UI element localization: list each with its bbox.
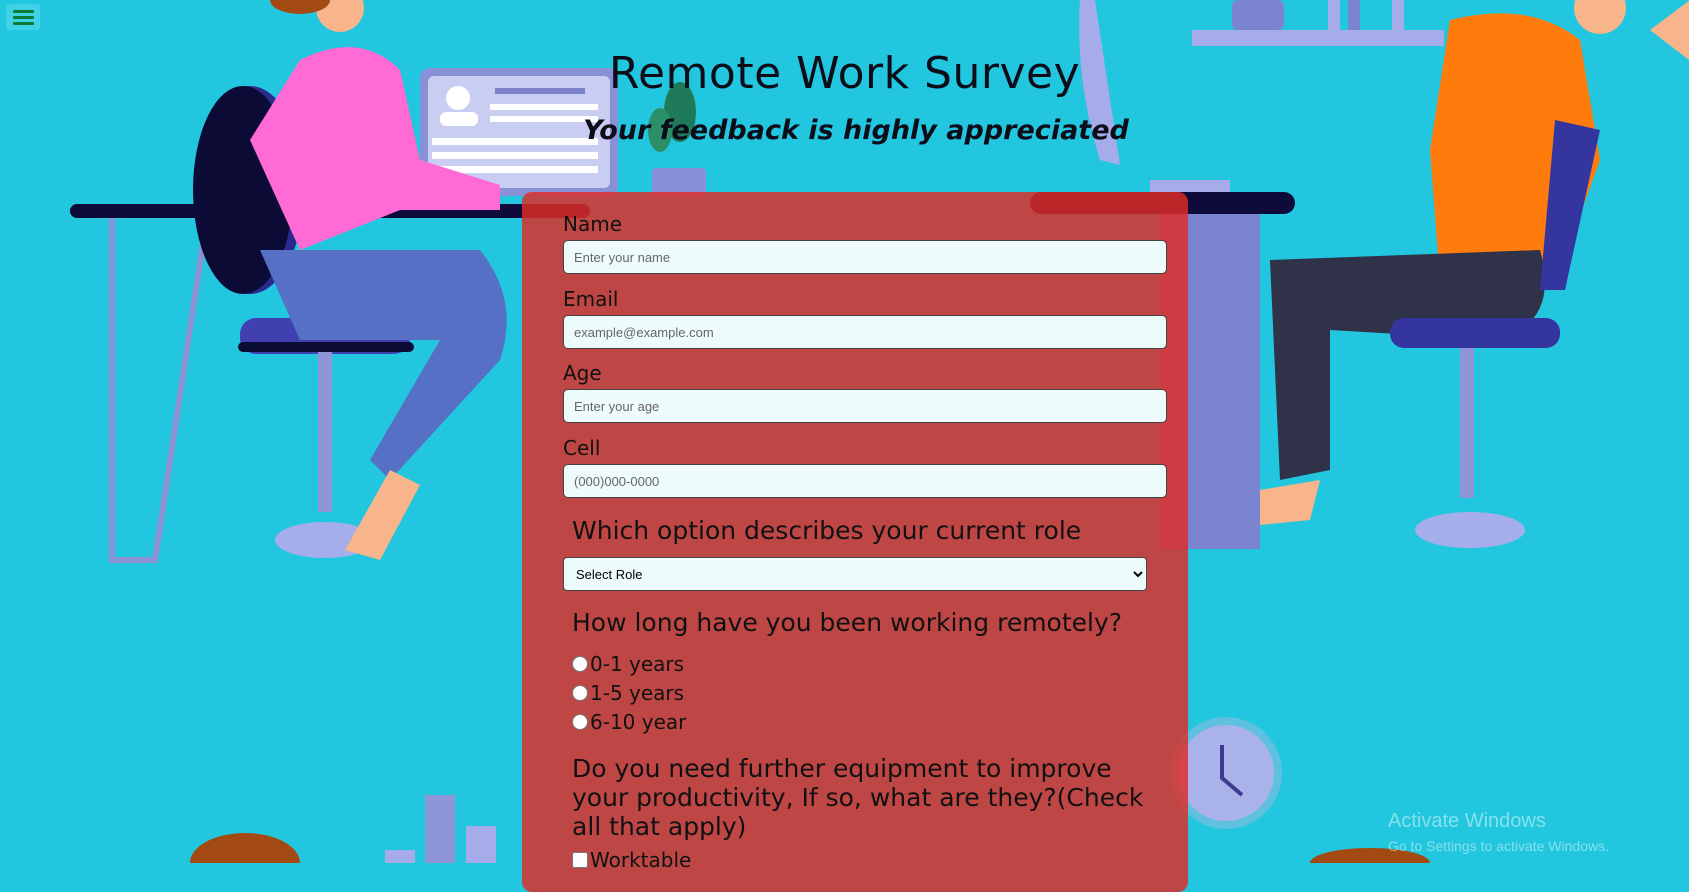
survey-form: Name Email Age Cell Which option describ… — [522, 192, 1188, 892]
equipment-question: Do you need further equipment to improve… — [572, 754, 1144, 841]
hamburger-menu-icon — [13, 10, 34, 13]
remote-option-label: 1-5 years — [590, 681, 685, 705]
email-input[interactable] — [563, 315, 1167, 349]
activate-windows-watermark: Activate Windows — [1388, 810, 1546, 832]
equipment-option-worktable[interactable]: Worktable — [572, 848, 691, 872]
role-question: Which option describes your current role — [572, 516, 1082, 545]
hamburger-menu-icon — [13, 16, 34, 19]
remote-radio-6-10[interactable] — [572, 714, 588, 730]
age-label: Age — [563, 361, 602, 385]
remote-option-1-5[interactable]: 1-5 years — [572, 681, 684, 705]
remote-option-label: 0-1 years — [590, 652, 685, 676]
page-title: Remote Work Survey — [608, 48, 1081, 99]
remote-option-0-1[interactable]: 0-1 years — [572, 652, 684, 676]
remote-option-6-10[interactable]: 6-10 year — [572, 710, 686, 734]
equipment-option-label: Worktable — [590, 848, 692, 872]
worktable-checkbox[interactable] — [572, 852, 588, 868]
remote-radio-1-5[interactable] — [572, 685, 588, 701]
page-subtitle: Your feedback is highly appreciated — [583, 115, 1129, 146]
remote-option-label: 6-10 year — [590, 710, 687, 734]
name-input[interactable] — [563, 240, 1167, 274]
role-select[interactable]: Select Role — [563, 557, 1147, 591]
name-label: Name — [563, 212, 623, 236]
hamburger-menu-icon — [13, 22, 34, 25]
hamburger-menu-button[interactable] — [6, 4, 40, 30]
remote-duration-question: How long have you been working remotely? — [572, 608, 1123, 637]
activate-windows-hint: Go to Settings to activate Windows. — [1388, 838, 1609, 854]
email-label: Email — [563, 287, 619, 311]
cell-label: Cell — [563, 436, 601, 460]
age-input[interactable] — [563, 389, 1167, 423]
remote-radio-0-1[interactable] — [572, 656, 588, 672]
cell-input[interactable] — [563, 464, 1167, 498]
